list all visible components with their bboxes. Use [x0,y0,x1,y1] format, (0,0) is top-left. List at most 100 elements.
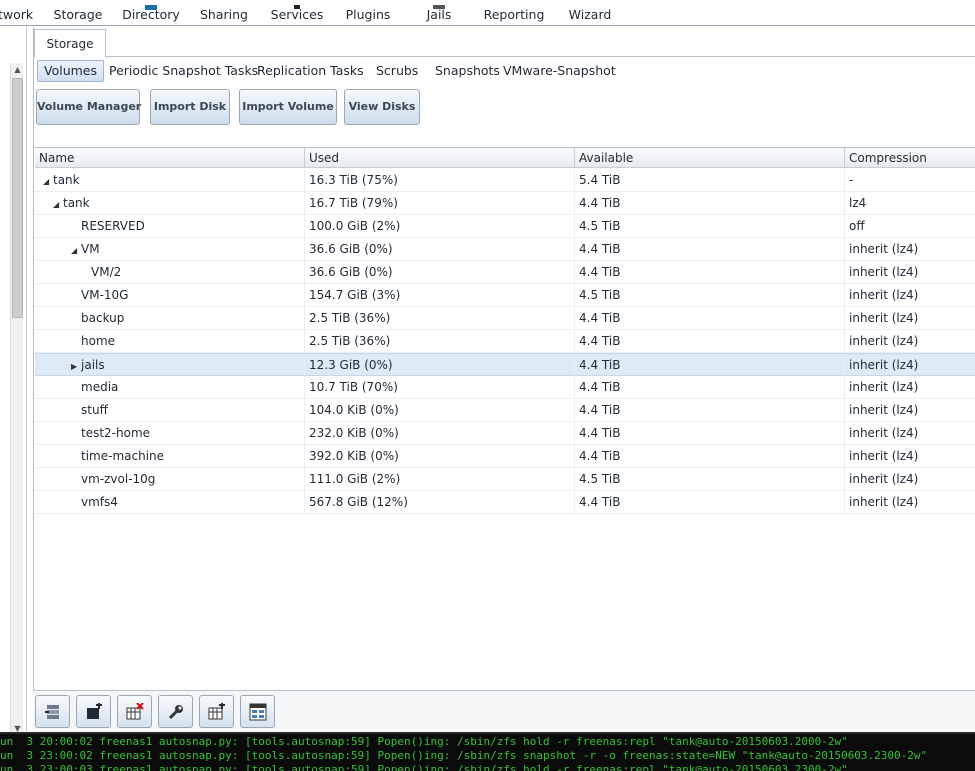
table-row[interactable]: ◢ tank 16.3 TiB (75%) 5.4 TiB - [35,169,975,192]
cell-used: 392.0 KiB (0%) [305,445,575,468]
subtab-scrubs[interactable]: Scrubs [370,60,424,82]
table-row[interactable]: stuff 104.0 KiB (0%) 4.4 TiB inherit (lz4) [35,399,975,422]
import-volume-button[interactable]: Import Volume [239,89,337,125]
cell-used: 2.5 TiB (36%) [305,330,575,353]
cell-available: 4.4 TiB [575,261,845,284]
cell-name: VM-10G [35,284,305,307]
table-row[interactable]: VM/2 36.6 GiB (0%) 4.4 TiB inherit (lz4) [35,261,975,284]
table-row[interactable]: media 10.7 TiB (70%) 4.4 TiB inherit (lz4) [35,376,975,399]
create-dataset-button[interactable] [76,695,111,728]
table-row[interactable]: ▶ jails 12.3 GiB (0%) 4.4 TiB inherit (lz4) [35,353,975,377]
reporting-icon [503,0,525,5]
subtab-volumes[interactable]: Volumes [37,60,105,82]
dataset-name: VM [81,242,100,256]
dataset-name: VM-10G [81,288,129,302]
cell-used: 111.0 GiB (2%) [305,468,575,491]
cell-used: 2.5 TiB (36%) [305,307,575,330]
cell-available: 4.5 TiB [575,468,845,491]
cell-used: 36.6 GiB (0%) [305,238,575,261]
console-line: un 3 23:00:02 freenas1 autosnap.py: [too… [0,749,928,762]
dataset-name: home [81,334,116,348]
dataset-name: VM/2 [91,265,122,279]
table-row[interactable]: ◢ tank 16.7 TiB (79%) 4.4 TiB lz4 [35,192,975,215]
nav-jails[interactable]: Jails [420,0,458,26]
cell-name: vm-zvol-10g [35,468,305,491]
cell-name: stuff [35,399,305,422]
subtab-snapshots[interactable]: Snapshots [429,60,506,82]
nav-sharing[interactable]: Sharing [198,0,250,26]
expand-toggle-icon[interactable]: ◢ [53,193,63,216]
nav-storage[interactable]: Storage [50,0,106,26]
left-scrollbar[interactable]: ▲ ▼ [10,63,23,735]
settings-button[interactable] [158,695,193,728]
delete-volume-button[interactable] [117,695,152,728]
cell-available: 4.4 TiB [575,445,845,468]
cell-compression: lz4 [849,196,867,210]
storage-icon [67,0,89,5]
column-header-compression[interactable]: Compression [845,148,975,168]
nav-directory[interactable]: Directory [120,0,182,26]
nav-network[interactable]: twork [0,0,33,26]
create-zvol-button[interactable] [199,695,234,728]
wizard-icon [579,0,601,5]
table-row[interactable]: backup 2.5 TiB (36%) 4.4 TiB inherit (lz4) [35,307,975,330]
table-row[interactable]: ◢ VM 36.6 GiB (0%) 4.4 TiB inherit (lz4) [35,238,975,261]
volume-manager-button[interactable]: Volume Manager [36,89,141,125]
scrollbar-thumb[interactable] [12,78,23,318]
dataset-name: backup [81,311,125,325]
subtab-periodic-snapshot-tasks[interactable]: Periodic Snapshot Tasks [103,60,264,82]
cell-compression: inherit (lz4) [849,288,919,302]
cell-name: ◢ tank [35,169,305,192]
settings-wrench-icon [168,705,183,720]
detach-volume-button[interactable] [35,695,70,728]
subtab-vmware-snapshot[interactable]: VMware-Snapshot [497,60,622,82]
scroll-up-icon[interactable]: ▲ [11,63,24,76]
collapse-toggle-icon[interactable]: ▶ [71,355,81,378]
detach-volume-icon [45,705,59,719]
dataset-name: time-machine [81,449,165,463]
cell-used: 104.0 KiB (0%) [305,399,575,422]
nav-plugins[interactable]: Plugins [344,0,392,26]
console-line: un 3 23:00:03 freenas1 autosnap.py: [too… [0,763,848,771]
view-disks-button[interactable]: View Disks [344,89,420,125]
left-tree-panel: ▲ ▼ [0,27,27,735]
sharing-icon [213,0,235,5]
cell-name: test2-home [35,422,305,445]
nav-reporting[interactable]: Reporting [482,0,546,26]
import-disk-button[interactable]: Import Disk [150,89,230,125]
cell-name: ▶ jails [35,354,305,377]
tab-storage[interactable]: Storage [34,29,106,58]
cell-available: 4.4 TiB [575,330,845,353]
expand-toggle-icon[interactable]: ◢ [71,239,81,262]
cell-name: ◢ tank [35,192,305,215]
volume-status-icon [249,703,267,721]
subtab-replication-tasks[interactable]: Replication Tasks [251,60,370,82]
nav-services[interactable]: Services [268,0,326,26]
cell-name: time-machine [35,445,305,468]
table-row[interactable]: VM-10G 154.7 GiB (3%) 4.5 TiB inherit (lz4) [35,284,975,307]
expand-toggle-icon[interactable]: ◢ [43,170,53,193]
cell-name: backup [35,307,305,330]
dataset-name: tank [63,196,90,210]
cell-used: 232.0 KiB (0%) [305,422,575,445]
cell-available: 4.4 TiB [575,192,845,215]
cell-compression: inherit (lz4) [849,380,919,394]
table-row[interactable]: vm-zvol-10g 111.0 GiB (2%) 4.5 TiB inherit … [35,468,975,491]
table-row[interactable]: time-machine 392.0 KiB (0%) 4.4 TiB inherit… [35,445,975,468]
table-row[interactable]: test2-home 232.0 KiB (0%) 4.4 TiB inherit (… [35,422,975,445]
column-header-available[interactable]: Available [575,148,845,168]
cell-name: home [35,330,305,353]
column-header-used[interactable]: Used [305,148,575,168]
cell-name: vmfs4 [35,491,305,514]
column-header-name[interactable]: Name [35,148,305,168]
nav-wizard[interactable]: Wizard [566,0,614,26]
cell-compression: inherit (lz4) [849,449,919,463]
table-row[interactable]: RESERVED 100.0 GiB (2%) 4.5 TiB off [35,215,975,238]
volumes-grid: Name Used Available Compression ◢ tank 16.… [35,147,975,692]
top-navigation: twork Storage Directory Sharing Services… [0,0,975,26]
table-row[interactable]: vmfs4 567.8 GiB (12%) 4.4 TiB inherit (lz4) [35,491,975,514]
volume-status-button[interactable] [240,695,275,728]
table-row[interactable]: home 2.5 TiB (36%) 4.4 TiB inherit (lz4) [35,330,975,353]
volume-action-bar: Volume Manager Import Disk Import Volume… [34,87,975,127]
grid-header: Name Used Available Compression [35,148,975,168]
